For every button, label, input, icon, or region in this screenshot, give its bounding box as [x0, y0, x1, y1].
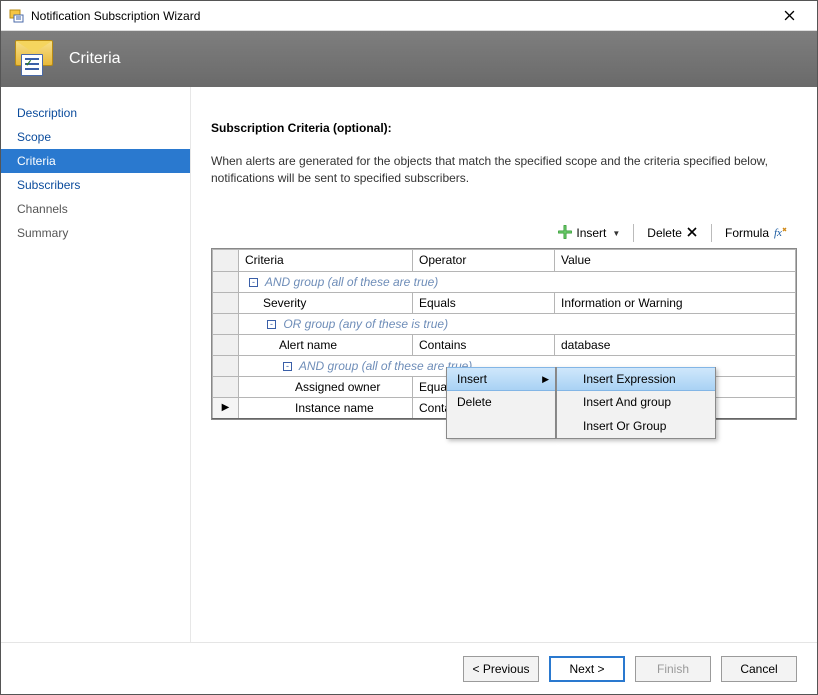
- ctx-item-label: Delete: [457, 395, 492, 409]
- collapse-icon[interactable]: -: [283, 362, 292, 371]
- header-operator[interactable]: Operator: [413, 249, 555, 271]
- delete-label: Delete: [647, 226, 682, 240]
- insert-button[interactable]: Insert ▼: [552, 222, 626, 245]
- nav-item-subscribers[interactable]: Subscribers: [1, 173, 190, 197]
- grid-row[interactable]: Alert nameContainsdatabase: [213, 334, 796, 355]
- group-cell[interactable]: - OR group (any of these is true): [239, 313, 796, 334]
- app-icon: [9, 8, 25, 24]
- criteria-toolbar: Insert ▼ Delete Formula fx: [211, 222, 797, 245]
- svg-text:fx: fx: [774, 227, 782, 239]
- nav-item-scope[interactable]: Scope: [1, 125, 190, 149]
- operator-cell[interactable]: Contains: [413, 334, 555, 355]
- ctx-item-label: Insert And group: [583, 395, 671, 409]
- header-criteria[interactable]: Criteria: [239, 249, 413, 271]
- content-pane: Subscription Criteria (optional): When a…: [191, 87, 817, 642]
- group-label: OR group (any of these is true): [280, 317, 448, 331]
- value-cell[interactable]: database: [555, 334, 796, 355]
- delete-button[interactable]: Delete: [641, 223, 704, 244]
- row-header: [213, 292, 239, 313]
- formula-label: Formula: [725, 226, 769, 240]
- grid-row[interactable]: - AND group (all of these are true): [213, 271, 796, 292]
- criteria-cell[interactable]: Assigned owner: [239, 376, 413, 397]
- close-button[interactable]: [769, 2, 809, 30]
- toolbar-separator: [633, 224, 634, 242]
- ctx-item-insert-and-group[interactable]: Insert And group: [557, 390, 715, 414]
- row-header: [213, 355, 239, 376]
- collapse-icon[interactable]: -: [249, 278, 258, 287]
- submenu-arrow-icon: ▶: [542, 374, 549, 385]
- finish-button: Finish: [635, 656, 711, 682]
- ctx-item-insert[interactable]: Insert ▶: [447, 367, 555, 391]
- previous-button[interactable]: < Previous: [463, 656, 539, 682]
- nav-item-description[interactable]: Description: [1, 101, 190, 125]
- ctx-item-insert-or-group[interactable]: Insert Or Group: [557, 414, 715, 438]
- banner: ✓ Criteria: [1, 31, 817, 87]
- criteria-cell[interactable]: Severity: [239, 292, 413, 313]
- window-title: Notification Subscription Wizard: [31, 9, 769, 23]
- toolbar-separator: [711, 224, 712, 242]
- criteria-cell[interactable]: Alert name: [239, 334, 413, 355]
- header-value[interactable]: Value: [555, 249, 796, 271]
- ctx-item-label: Insert Or Group: [583, 419, 666, 433]
- context-menu-level2: Insert Expression Insert And group Inser…: [556, 367, 716, 439]
- collapse-icon[interactable]: -: [267, 320, 276, 329]
- ctx-item-insert-expression[interactable]: Insert Expression: [557, 367, 715, 391]
- banner-title: Criteria: [69, 50, 121, 68]
- row-header: [213, 271, 239, 292]
- insert-label: Insert: [576, 226, 606, 240]
- title-bar: Notification Subscription Wizard: [1, 1, 817, 31]
- grid-header-row: Criteria Operator Value: [213, 249, 796, 271]
- row-header: [213, 313, 239, 334]
- row-header-corner: [213, 249, 239, 271]
- nav-item-channels[interactable]: Channels: [1, 197, 190, 221]
- nav-item-summary[interactable]: Summary: [1, 221, 190, 245]
- ctx-item-delete[interactable]: Delete: [447, 390, 555, 414]
- nav-item-criteria[interactable]: Criteria: [1, 149, 190, 173]
- context-menu-level1: Insert ▶ Delete: [446, 367, 556, 439]
- cancel-button[interactable]: Cancel: [721, 656, 797, 682]
- formula-button[interactable]: Formula fx: [719, 222, 793, 245]
- row-header: ▶: [213, 397, 239, 418]
- section-description: When alerts are generated for the object…: [211, 153, 771, 188]
- ctx-item-label: Insert Expression: [583, 372, 676, 386]
- value-cell[interactable]: Information or Warning: [555, 292, 796, 313]
- next-button[interactable]: Next >: [549, 656, 625, 682]
- delete-icon: [686, 226, 698, 241]
- ctx-item-label: Insert: [457, 372, 487, 386]
- wizard-footer: < Previous Next > Finish Cancel: [1, 642, 817, 694]
- grid-row[interactable]: SeverityEqualsInformation or Warning: [213, 292, 796, 313]
- wizard-nav: Description Scope Criteria Subscribers C…: [1, 87, 191, 642]
- plus-icon: [558, 225, 572, 242]
- grid-row[interactable]: - OR group (any of these is true): [213, 313, 796, 334]
- context-menu: Insert ▶ Delete Insert Expression Insert…: [446, 367, 716, 439]
- group-label: AND group (all of these are true): [262, 275, 438, 289]
- row-header: [213, 376, 239, 397]
- wizard-icon: ✓: [15, 40, 57, 78]
- group-cell[interactable]: - AND group (all of these are true): [239, 271, 796, 292]
- row-header: [213, 334, 239, 355]
- criteria-cell[interactable]: Instance name: [239, 397, 413, 418]
- dropdown-arrow-icon: ▼: [612, 229, 620, 238]
- section-heading: Subscription Criteria (optional):: [211, 121, 797, 135]
- operator-cell[interactable]: Equals: [413, 292, 555, 313]
- formula-icon: fx: [773, 225, 787, 242]
